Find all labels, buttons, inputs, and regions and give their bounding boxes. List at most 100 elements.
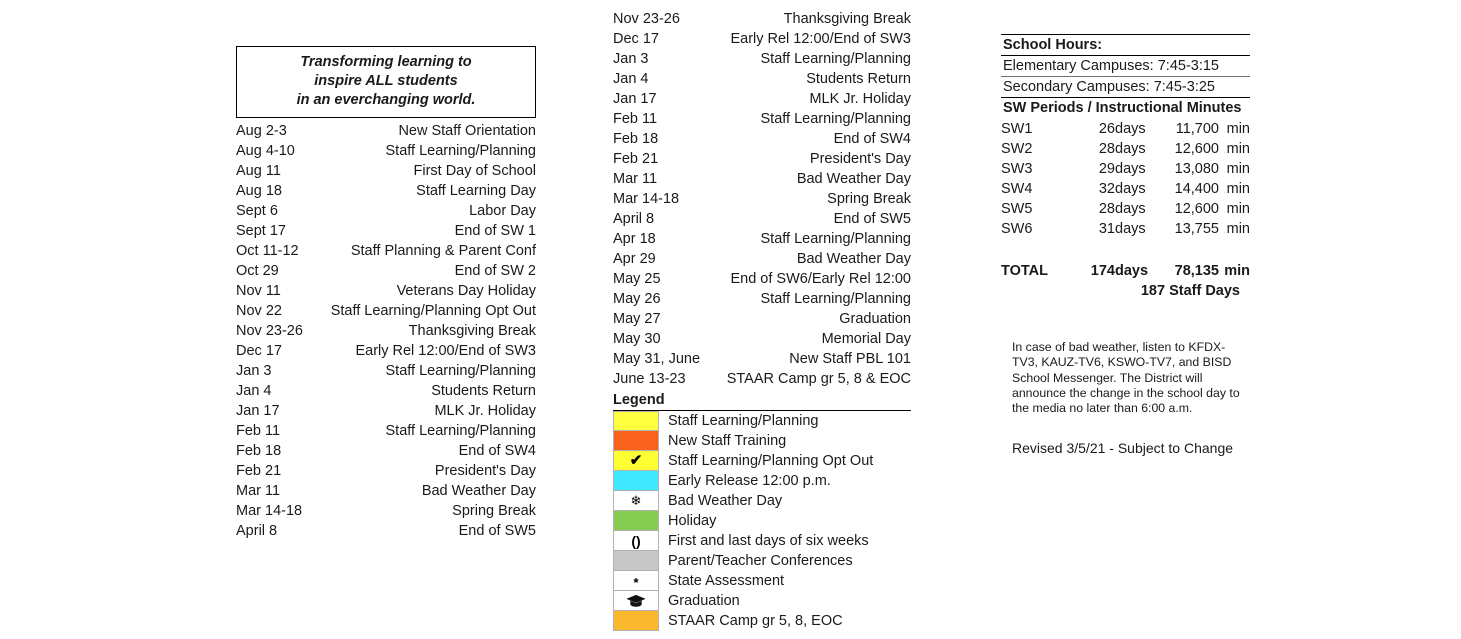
sw-period-days-label: days [1115,141,1146,157]
sw-period-minutes: 13,755 [1174,221,1219,237]
sw-period-name: SW2 [1001,141,1033,157]
sw-period-name: SW1 [1001,121,1033,137]
sw-period-minutes: 78,135 [1174,263,1219,279]
sw-period-row: SW2 28 days 12,600 min [1001,139,1250,159]
left-date-list: Aug 2-3 New Staff Orientation Aug 4-10 Staf… [236,121,536,541]
sw-period-minutes: 11,700 [1175,121,1219,137]
event-label: MLK Jr. Holiday [809,91,911,107]
date-label: Apr 29 [613,251,656,267]
event-label: New Staff PBL 101 [789,351,911,367]
legend-title: Legend [613,389,911,411]
event-label: STAAR Camp gr 5, 8 & EOC [726,371,911,387]
event-label: Students Return [806,71,911,87]
date-row: Aug 11 First Day of School [236,161,536,181]
date-row: Sept 17 End of SW 1 [236,221,536,241]
sw-period-min-label: min [1226,161,1250,177]
event-label: Staff Planning & Parent Conf [350,243,536,259]
date-row: Mar 11 Bad Weather Day [613,169,911,189]
date-row: Apr 29 Bad Weather Day [613,249,911,269]
sw-period-days: 29 [1098,161,1115,177]
event-label: Veterans Day Holiday [396,283,536,299]
date-row: Aug 18 Staff Learning Day [236,181,536,201]
date-label: Oct 11-12 [236,243,299,259]
sw-period-days-label: days [1115,263,1149,279]
graduation-cap-icon [626,594,646,607]
date-row: June 13-23 STAAR Camp gr 5, 8 & EOC [613,369,911,389]
date-label: Feb 21 [613,151,659,167]
school-hours-heading: School Hours: [1001,34,1250,56]
date-row: Nov 11 Veterans Day Holiday [236,281,536,301]
sw-period-days: 28 [1098,201,1115,217]
event-label: Students Return [431,383,536,399]
event-label: End of SW6/Early Rel 12:00 [730,271,911,287]
legend-label: First and last days of six weeks [668,533,869,549]
date-row: Mar 14-18 Spring Break [613,189,911,209]
event-label: Spring Break [827,191,911,207]
date-row: Jan 17 MLK Jr. Holiday [236,401,536,421]
sw-period-name: SW3 [1001,161,1033,177]
sw-period-row: SW6 31 days 13,755 min [1001,219,1250,239]
event-label: Memorial Day [821,331,911,347]
sw-period-days: 32 [1098,181,1115,197]
date-label: April 8 [236,523,278,539]
legend-label: Bad Weather Day [668,493,783,509]
sw-period-name: TOTAL [1001,263,1048,279]
date-label: Sept 17 [236,223,286,239]
date-row: Apr 18 Staff Learning/Planning [613,229,911,249]
legend-label: Parent/Teacher Conferences [668,553,853,569]
date-label: May 27 [613,311,661,327]
event-label: Staff Learning/Planning [760,231,912,247]
date-label: Dec 17 [236,343,282,359]
sw-period-days-label: days [1115,201,1146,217]
event-label: Staff Learning/Planning [385,363,537,379]
date-label: Jan 3 [613,51,649,67]
event-label: Staff Learning/Planning [760,291,912,307]
date-label: Jan 4 [613,71,649,87]
sw-total-row: TOTAL 174 days 78,135 min [1001,239,1250,281]
mission-statement-box: Transforming learning to inspire ALL stu… [236,46,536,118]
event-label: Staff Learning Day [416,183,536,199]
sw-period-row: SW3 29 days 13,080 min [1001,159,1250,179]
legend-swatch [613,551,659,571]
date-row: Feb 18 End of SW4 [236,441,536,461]
date-row: Feb 18 End of SW4 [613,129,911,149]
asterisk-icon: * [633,575,639,590]
legend-row: Staff Learning/Planning [613,411,911,431]
legend-row: () First and last days of six weeks [613,531,911,551]
date-row: Aug 4-10 Staff Learning/Planning [236,141,536,161]
date-row: Dec 17 Early Rel 12:00/End of SW3 [613,29,911,49]
sw-period-days: 31 [1098,221,1115,237]
legend-row: ✔ Staff Learning/Planning Opt Out [613,451,911,471]
mission-line-1: Transforming learning to [300,54,472,70]
date-row: Jan 4 Students Return [236,381,536,401]
secondary-hours-row: Secondary Campuses: 7:45-3:25 [1001,76,1250,98]
date-label: Mar 14-18 [236,503,303,519]
date-row: Oct 29 End of SW 2 [236,261,536,281]
school-hours-heading-row: School Hours: [1001,34,1250,56]
event-label: Bad Weather Day [796,171,911,187]
event-label: Staff Learning/Planning [760,111,912,127]
sw-period-name: SW6 [1001,221,1033,237]
event-label: End of SW5 [458,523,536,539]
sw-period-name: SW5 [1001,201,1033,217]
date-row: April 8 End of SW5 [236,521,536,541]
date-label: Aug 2-3 [236,123,287,139]
sw-period-row: SW5 28 days 12,600 min [1001,199,1250,219]
event-label: President's Day [434,463,536,479]
date-label: Feb 11 [236,423,281,439]
event-label: Staff Learning/Planning [385,143,537,159]
elementary-hours: Elementary Campuses: 7:45-3:15 [1001,55,1250,77]
sw-period-min-label: min [1226,141,1250,157]
sw-period-min-label: min [1224,263,1250,279]
date-row: Nov 23-26 Thanksgiving Break [236,321,536,341]
event-label: Graduation [839,311,911,327]
date-label: Jan 3 [236,363,272,379]
sw-period-days: 174 [1090,263,1115,279]
date-row: May 25 End of SW6/Early Rel 12:00 [613,269,911,289]
event-label: First Day of School [413,163,537,179]
date-row: Jan 3 Staff Learning/Planning [613,49,911,69]
sw-period-days-label: days [1115,161,1146,177]
event-label: Bad Weather Day [796,251,911,267]
sw-period-minutes: 14,400 [1174,181,1219,197]
sw-period-days-label: days [1115,221,1146,237]
